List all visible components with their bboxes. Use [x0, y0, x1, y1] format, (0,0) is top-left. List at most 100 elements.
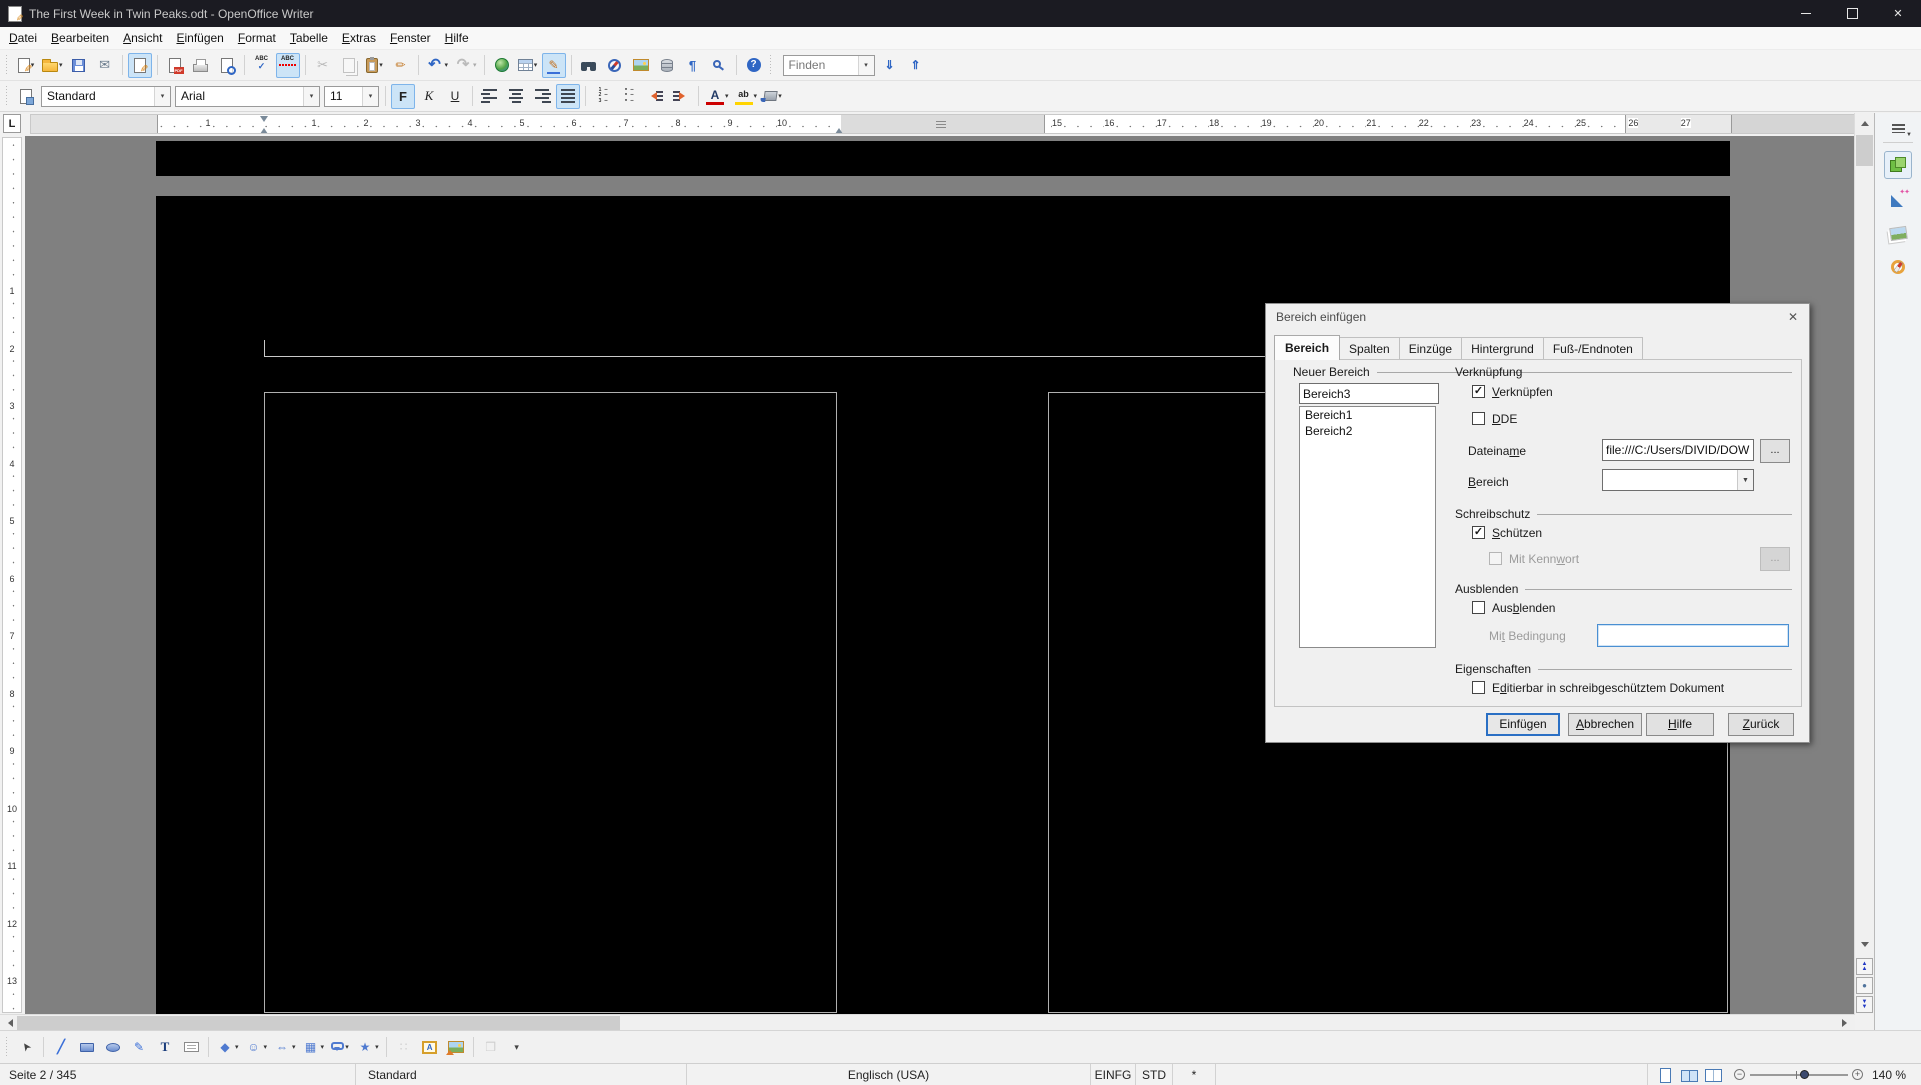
find-combobox[interactable]: Finden▾ — [783, 55, 875, 76]
find-replace-button[interactable] — [577, 53, 601, 78]
menu-item-fenster[interactable]: Fenster — [383, 28, 438, 48]
data-sources-button[interactable] — [655, 53, 679, 78]
section-list-item[interactable]: Bereich1 — [1300, 407, 1435, 423]
menu-item-extras[interactable]: Extras — [335, 28, 383, 48]
maximize-icon[interactable] — [1829, 0, 1875, 27]
sidebar-item-gallery[interactable] — [1884, 219, 1912, 247]
zoom-slider-thumb[interactable] — [1800, 1070, 1809, 1079]
zoom-button[interactable] — [707, 53, 731, 78]
table-button[interactable]: ▾ — [516, 53, 540, 78]
stars-button[interactable]: ★▾ — [354, 1035, 381, 1060]
text-callout-button[interactable] — [179, 1035, 203, 1060]
horizontal-ruler[interactable]: 11234567891015161718192021222324252627 — [30, 114, 1855, 134]
menu-item-ansicht[interactable]: Ansicht — [116, 28, 169, 48]
back-button[interactable]: Zurück — [1728, 713, 1794, 736]
menu-item-einfuegen[interactable]: Einfügen — [169, 28, 230, 48]
section-dropdown-icon[interactable]: ▼ — [1737, 470, 1753, 490]
font-color-button[interactable]: A▾ — [704, 84, 731, 109]
help-button[interactable]: Hilfe — [1646, 713, 1714, 736]
align-right-button[interactable] — [530, 84, 554, 109]
condition-input[interactable] — [1597, 624, 1789, 647]
basic-shapes-dropdown-icon[interactable]: ▾ — [235, 1043, 239, 1051]
tab-fuss-endnoten[interactable]: Fuß-/Endnoten — [1543, 337, 1643, 360]
vertical-scrollbar[interactable]: ▲▲ ● ▼▼ — [1854, 113, 1874, 1014]
menu-item-hilfe[interactable]: Hilfe — [438, 28, 476, 48]
section-list-item[interactable]: Bereich2 — [1300, 423, 1435, 439]
table-dropdown-icon[interactable]: ▾ — [534, 61, 538, 69]
block-arrows-dropdown-icon[interactable]: ▾ — [292, 1043, 296, 1051]
picture-from-file-button[interactable] — [444, 1035, 468, 1060]
font-name-combo[interactable]: Arial▾ — [175, 86, 320, 107]
horizontal-scroll-thumb[interactable] — [17, 1016, 620, 1030]
gallery-button[interactable] — [629, 53, 653, 78]
styles-window-button[interactable] — [14, 84, 38, 109]
freeform-line-button[interactable]: ✎ — [127, 1035, 151, 1060]
tab-spalten[interactable]: Spalten — [1339, 337, 1400, 360]
page-style-field[interactable]: Standard — [356, 1064, 687, 1085]
single-page-view-icon[interactable] — [1656, 1068, 1674, 1082]
sidebar-item-properties[interactable] — [1884, 151, 1912, 179]
column-grip-icon[interactable] — [936, 121, 946, 129]
indent-marker[interactable] — [260, 115, 269, 134]
find-dropdown-icon[interactable]: ▾ — [858, 56, 874, 75]
horizontal-scrollbar[interactable] — [0, 1014, 1855, 1030]
symbol-shapes-button[interactable]: ☺▾ — [243, 1035, 270, 1060]
email-button[interactable]: ✉ — [93, 53, 117, 78]
more-options-button[interactable]: ▾ — [505, 1035, 529, 1060]
numbered-list-button[interactable] — [591, 84, 615, 109]
tab-bereich[interactable]: Bereich — [1274, 335, 1340, 360]
hide-checkbox[interactable] — [1472, 601, 1485, 614]
zoom-slider-track[interactable] — [1750, 1074, 1848, 1076]
open-dropdown-icon[interactable]: ▾ — [59, 61, 63, 69]
previous-page-button[interactable]: ▲▲ — [1856, 958, 1873, 975]
justify-button[interactable] — [556, 84, 580, 109]
font-size-combo-dropdown-icon[interactable]: ▾ — [362, 87, 378, 106]
vertical-scroll-thumb[interactable] — [1856, 135, 1873, 166]
menu-item-datei[interactable]: Datei — [2, 28, 44, 48]
section-list[interactable]: Bereich1Bereich2 — [1299, 406, 1436, 648]
navigation-button[interactable]: ● — [1856, 977, 1873, 994]
filename-input[interactable] — [1602, 439, 1754, 461]
ellipse-button[interactable] — [101, 1035, 125, 1060]
flowchart-dropdown-icon[interactable]: ▾ — [321, 1043, 325, 1051]
editable-checkbox[interactable] — [1472, 681, 1485, 694]
highlighting-button[interactable]: ab▾ — [733, 84, 760, 109]
save-button[interactable] — [67, 53, 91, 78]
selection-mode-field[interactable]: STD — [1136, 1064, 1173, 1085]
zoom-out-icon[interactable]: − — [1734, 1069, 1745, 1080]
text-button[interactable]: T — [153, 1035, 177, 1060]
paste-button[interactable]: ▾ — [363, 53, 387, 78]
format-paintbrush-button[interactable]: ✏ — [389, 53, 413, 78]
rectangle-button[interactable] — [75, 1035, 99, 1060]
increase-indent-button[interactable] — [669, 84, 693, 109]
insert-mode-field[interactable]: EINFG — [1091, 1064, 1136, 1085]
nonprinting-characters-button[interactable]: ¶ — [681, 53, 705, 78]
page-number-field[interactable]: Seite 2 / 345 — [0, 1064, 356, 1085]
vertical-ruler[interactable]: 12345678910111213 — [2, 137, 22, 1013]
flowchart-button[interactable]: ▦▾ — [300, 1035, 327, 1060]
symbol-shapes-dropdown-icon[interactable]: ▾ — [264, 1043, 268, 1051]
paste-dropdown-icon[interactable]: ▾ — [379, 61, 383, 69]
dialog-close-icon[interactable]: ✕ — [1783, 307, 1803, 327]
sidebar-item-navigator[interactable] — [1884, 253, 1912, 281]
find-next-button[interactable]: ⇓ — [878, 53, 902, 78]
minimize-icon[interactable] — [1783, 0, 1829, 27]
hyperlink-button[interactable] — [490, 53, 514, 78]
redo-dropdown-icon[interactable]: ▾ — [473, 61, 477, 69]
modified-flag-field[interactable]: * — [1173, 1064, 1216, 1085]
line-button[interactable]: ╱ — [49, 1035, 73, 1060]
section-combobox[interactable]: ▼ — [1602, 469, 1754, 491]
fontwork-gallery-button[interactable] — [418, 1035, 442, 1060]
section-name-input[interactable] — [1299, 383, 1439, 404]
sidebar-menu-button[interactable]: ▼ — [1889, 122, 1907, 136]
font-size-combo[interactable]: 11▾ — [324, 86, 379, 107]
edit-file-button[interactable] — [128, 53, 152, 78]
callouts-dropdown-icon[interactable]: ▾ — [345, 1043, 349, 1051]
align-left-button[interactable] — [478, 84, 502, 109]
scroll-down-icon[interactable] — [1855, 938, 1874, 955]
background-color-dropdown-icon[interactable]: ▾ — [778, 92, 782, 100]
zoom-value-field[interactable]: 140 % — [1868, 1064, 1921, 1085]
filename-browse-button[interactable]: ... — [1760, 439, 1790, 463]
auto-spellcheck-button[interactable] — [276, 53, 300, 78]
navigator-button[interactable] — [603, 53, 627, 78]
